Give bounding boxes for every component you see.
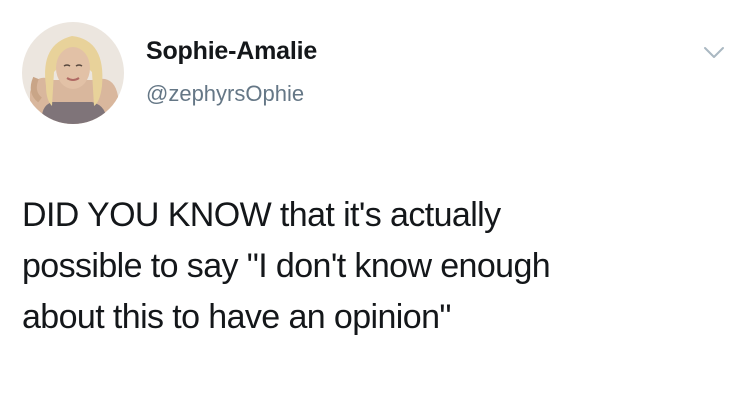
tweet-text-line: DID YOU KNOW that it's actually xyxy=(22,196,501,234)
tweet-card: Sophie-Amalie @zephyrsOphie DID YOU KNOW… xyxy=(0,0,750,411)
profile-photo-icon xyxy=(22,22,124,124)
chevron-down-icon[interactable] xyxy=(702,44,726,62)
display-name[interactable]: Sophie-Amalie xyxy=(146,36,317,66)
avatar[interactable] xyxy=(22,22,124,124)
tweet-text: DID YOU KNOW that it's actually possible… xyxy=(22,190,732,343)
tweet-text-line: about this to have an opinion" xyxy=(22,298,451,336)
user-handle[interactable]: @zephyrsOphie xyxy=(146,80,304,108)
tweet-text-line: possible to say "I don't know enough xyxy=(22,247,551,285)
